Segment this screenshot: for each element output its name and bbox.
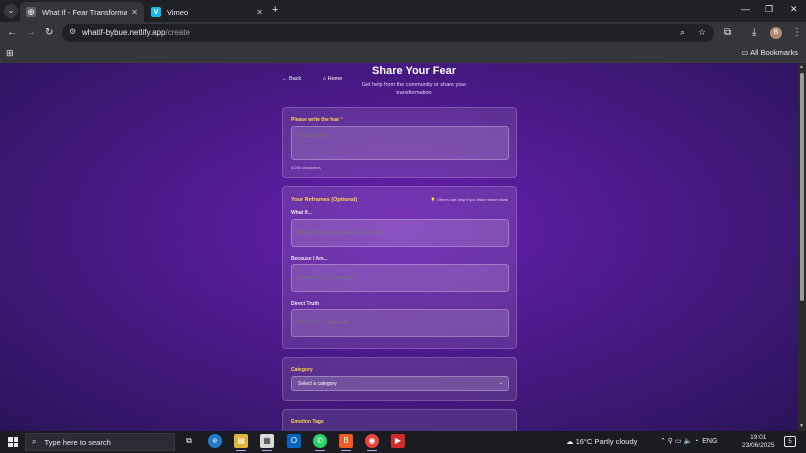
what-if-label: What If... [291, 210, 312, 216]
cloud-icon: ☁ [566, 437, 574, 446]
apps-grid-icon[interactable]: ⊞ [6, 48, 14, 59]
home-link[interactable]: ⌂ Home [323, 76, 353, 82]
tab-strip: ⌄ ◎ What If - Fear Transformation A ✕ V … [0, 0, 806, 22]
what-if-input[interactable] [291, 219, 509, 247]
emotion-tags-card: Emotion Tags [282, 409, 517, 431]
red-app-icon[interactable]: ▶ [391, 434, 405, 448]
whatsapp-icon[interactable]: ✆ [313, 434, 327, 451]
avatar[interactable]: B [770, 27, 782, 39]
chrome-icon[interactable]: ◉ [365, 434, 379, 451]
fear-textarea[interactable] [291, 126, 509, 160]
page-title: Share Your Fear [372, 65, 456, 77]
zoom-icon[interactable]: ⌕ [680, 27, 685, 38]
clock-date: 23/06/2025 [742, 442, 775, 449]
emotion-tags-label: Emotion Tags [291, 419, 324, 425]
back-arrow-icon[interactable]: ← [7, 27, 17, 39]
because-i-am-input[interactable] [291, 264, 509, 292]
direct-truth-label: Direct Truth [291, 301, 320, 307]
page-nav: ← Back ⌂ Home [282, 76, 362, 82]
tab-what-if[interactable]: ◎ What If - Fear Transformation A ✕ [20, 2, 144, 22]
windows-start-icon[interactable] [8, 437, 18, 447]
url-text: whatif-bybue.netlify.app/create [82, 28, 190, 37]
taskbar-search[interactable]: ⌕ Type here to search [25, 433, 175, 451]
scrollbar-thumb[interactable] [800, 73, 804, 301]
reload-icon[interactable]: ↻ [45, 27, 53, 39]
bookmark-star-icon[interactable]: ☆ [698, 27, 706, 38]
scroll-up-icon[interactable]: ▲ [799, 64, 804, 70]
direct-truth-input[interactable] [291, 309, 509, 337]
site-info-icon[interactable]: ⚙ [69, 27, 76, 36]
clock[interactable]: 19:01 23/06/2025 [742, 434, 775, 450]
because-i-am-label: Because I Am... [291, 256, 328, 262]
app-icon[interactable]: ▦ [260, 434, 274, 451]
tab-vimeo[interactable]: V Vimeo ✕ [145, 2, 269, 22]
fear-label: Please write the fear * [291, 117, 343, 123]
system-tray[interactable]: ⌃ ⚲ ▭ 🔈 ◔ ENG [660, 437, 717, 445]
taskbar: ⌕ Type here to search ⧉ e ▤ ▦ O ✆ B ◉ ▶ … [0, 431, 806, 453]
forward-arrow-icon[interactable]: → [26, 27, 36, 39]
category-select[interactable]: Select a category ⌄ [291, 376, 509, 391]
tab-search-button[interactable]: ⌄ [4, 4, 18, 18]
edge-icon[interactable]: e [208, 434, 222, 448]
reframes-card: Your Reframes (Optional) 💡 Others can he… [282, 186, 517, 349]
reframes-hint: 💡 Others can help if you leave these bla… [430, 197, 508, 202]
category-selected-value: Select a category [298, 381, 337, 387]
bookmarks-bar: ⊞ ▭ All Bookmarks [0, 44, 806, 63]
new-tab-button[interactable]: + [272, 4, 278, 16]
page-scrollbar[interactable]: ▲ ▼ [798, 63, 806, 431]
extensions-icon[interactable]: ⧉ [724, 27, 731, 38]
language-indicator[interactable]: ENG [702, 438, 717, 445]
tab-title: What If - Fear Transformation A [42, 7, 128, 17]
clock-time: 19:01 [750, 434, 767, 441]
chevron-down-icon: ⌄ [498, 380, 503, 386]
file-explorer-icon[interactable]: ▤ [234, 434, 248, 451]
all-bookmarks-button[interactable]: ▭ All Bookmarks [741, 48, 798, 57]
task-view-icon[interactable]: ⧉ [182, 434, 196, 448]
category-card: Category Select a category ⌄ [282, 357, 517, 401]
character-counter: 0/280 characters [291, 165, 321, 170]
lightbulb-icon: 💡 [430, 197, 436, 202]
outlook-icon[interactable]: O [287, 434, 301, 448]
browser-toolbar: ← → ↻ ⚙ whatif-bybue.netlify.app/create … [0, 22, 806, 44]
fear-card: Please write the fear * 0/280 characters [282, 107, 517, 178]
maximize-button[interactable]: ❐ [765, 4, 773, 15]
notification-icon[interactable]: 5 [784, 436, 796, 447]
kebab-menu-icon[interactable]: ⋮ [792, 27, 802, 38]
search-icon: ⌕ [32, 437, 37, 446]
brave-icon[interactable]: B [339, 434, 353, 451]
page-subtitle: Get help from the community or share you… [361, 82, 467, 96]
minimize-button[interactable]: — [741, 4, 750, 14]
back-link[interactable]: ← Back [282, 76, 311, 82]
reframes-title: Your Reframes (Optional) [291, 197, 358, 203]
close-icon[interactable]: ✕ [131, 8, 138, 17]
download-icon[interactable]: ⤓ [752, 27, 756, 38]
address-bar[interactable]: ⚙ whatif-bybue.netlify.app/create ⌕ ☆ [62, 24, 714, 42]
window-close-button[interactable]: ✕ [790, 4, 798, 15]
scroll-down-icon[interactable]: ▼ [799, 423, 804, 429]
page-content: Share Your Fear ← Back ⌂ Home Get help f… [0, 63, 798, 431]
close-icon[interactable]: ✕ [256, 8, 263, 17]
taskbar-search-placeholder: Type here to search [44, 437, 111, 447]
tab-title: Vimeo [167, 7, 189, 17]
weather-widget[interactable]: ☁ 16°C Partly cloudy [566, 437, 637, 446]
vimeo-icon: V [151, 7, 161, 17]
globe-icon: ◎ [26, 7, 36, 17]
category-label: Category [291, 367, 313, 373]
